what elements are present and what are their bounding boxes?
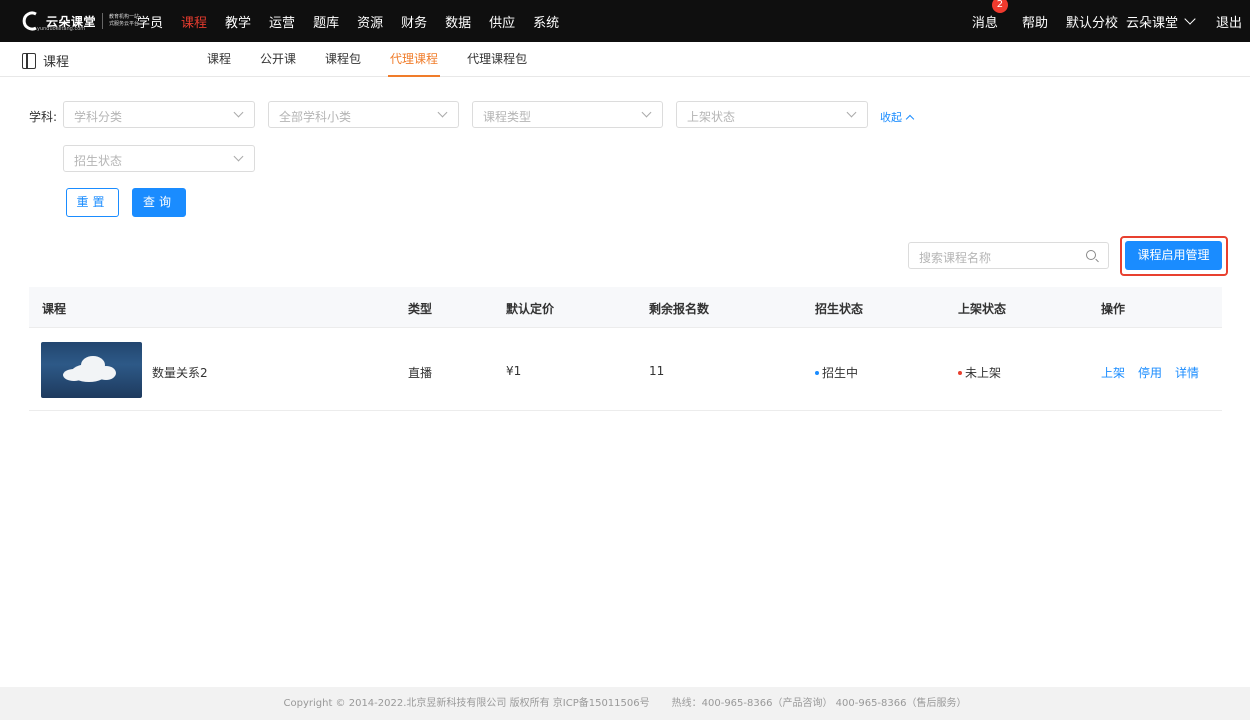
table-row: 数量关系2 直播 ¥1 11 招生中 未上架 上架 停用 详情 bbox=[29, 329, 1222, 411]
subject-filter-label: 学科: bbox=[29, 110, 58, 124]
course-subtabs: 课程 公开课 课程包 代理课程 代理课程包 bbox=[207, 42, 556, 77]
subject-subcategory-select[interactable]: 全部学科小类 bbox=[268, 101, 459, 128]
chevron-down-icon bbox=[641, 107, 652, 118]
table-header: 课程 类型 默认定价 剩余报名数 招生状态 上架状态 操作 bbox=[29, 287, 1222, 328]
tab-courses[interactable]: 课程 bbox=[207, 42, 231, 77]
column-header-actions: 操作 bbox=[1101, 302, 1126, 316]
nav-item-resources[interactable]: 资源 bbox=[357, 12, 383, 31]
top-right-menu: 消息 2 帮助 默认分校 云朵课堂 退出 bbox=[972, 0, 1250, 42]
logo-divider bbox=[102, 13, 104, 29]
nav-item-courses[interactable]: 课程 bbox=[181, 12, 207, 31]
page-footer: Copyright © 2014-2022.北京昱新科技有限公司 版权所有 京I… bbox=[0, 687, 1250, 720]
enroll-status-select[interactable]: 招生状态 bbox=[63, 145, 255, 172]
tab-agent-courses[interactable]: 代理课程 bbox=[388, 42, 441, 77]
course-search-input[interactable]: 搜索课程名称 bbox=[908, 242, 1109, 269]
nav-item-system[interactable]: 系统 bbox=[533, 12, 559, 31]
course-name[interactable]: 数量关系2 bbox=[152, 364, 208, 381]
chevron-down-icon bbox=[1184, 12, 1196, 25]
subject-subcategory-placeholder: 全部学科小类 bbox=[279, 110, 352, 124]
campus-selector[interactable]: 默认分校 bbox=[1066, 12, 1118, 31]
reset-button[interactable]: 重置 bbox=[66, 188, 119, 217]
column-header-course: 课程 bbox=[42, 302, 67, 316]
secondary-nav-bar: 课程 课程 公开课 课程包 代理课程 代理课程包 bbox=[0, 42, 1250, 77]
brand-domain: yunduoketang.com bbox=[37, 26, 86, 32]
hotline-text: 热线：400-965-8366（产品咨询） 400-965-8366（售后服务） bbox=[671, 698, 967, 709]
school-dropdown[interactable]: 云朵课堂 bbox=[1125, 12, 1196, 31]
column-header-shelf-status: 上架状态 bbox=[958, 302, 1007, 316]
enroll-status-text: 招生中 bbox=[822, 366, 859, 380]
enroll-status-placeholder: 招生状态 bbox=[74, 154, 123, 168]
messages-link[interactable]: 消息 2 bbox=[971, 0, 1008, 31]
course-thumbnail[interactable] bbox=[41, 342, 142, 398]
book-icon bbox=[22, 52, 36, 69]
chevron-down-icon bbox=[437, 107, 448, 118]
column-header-remaining: 剩余报名数 bbox=[649, 302, 710, 316]
query-button[interactable]: 查询 bbox=[132, 188, 186, 217]
search-icon[interactable] bbox=[1086, 250, 1096, 260]
main-nav: 学员 课程 教学 运营 题库 资源 财务 数据 供应 系统 bbox=[137, 0, 577, 42]
nav-item-teaching[interactable]: 教学 bbox=[225, 12, 251, 31]
shelf-status-placeholder: 上架状态 bbox=[687, 110, 736, 124]
nav-item-operations[interactable]: 运营 bbox=[269, 12, 295, 31]
nav-item-question-bank[interactable]: 题库 bbox=[313, 12, 339, 31]
page-title-label: 课程 bbox=[43, 55, 70, 70]
logout-link[interactable]: 退出 bbox=[1216, 12, 1242, 31]
status-dot-icon bbox=[815, 370, 819, 375]
disable-action-link[interactable]: 停用 bbox=[1138, 366, 1162, 380]
nav-item-data[interactable]: 数据 bbox=[445, 12, 471, 31]
message-count-badge: 2 bbox=[991, 0, 1008, 13]
course-type-select[interactable]: 课程类型 bbox=[472, 101, 663, 128]
enroll-status: 招生中 bbox=[815, 364, 858, 381]
tab-course-packages[interactable]: 课程包 bbox=[325, 42, 361, 77]
page-title: 课程 bbox=[22, 51, 69, 70]
tab-agent-course-packages[interactable]: 代理课程包 bbox=[467, 42, 527, 77]
school-name: 云朵课堂 bbox=[1125, 15, 1178, 31]
chevron-down-icon bbox=[233, 151, 244, 162]
column-header-enroll-status: 招生状态 bbox=[815, 302, 864, 316]
column-header-price: 默认定价 bbox=[506, 302, 555, 316]
subject-category-select[interactable]: 学科分类 bbox=[63, 101, 255, 128]
course-remaining: 11 bbox=[649, 364, 665, 378]
course-enable-management-button[interactable]: 课程启用管理 bbox=[1125, 241, 1222, 270]
status-dot-icon bbox=[958, 370, 962, 375]
collapse-label: 收起 bbox=[880, 111, 902, 124]
course-type: 直播 bbox=[408, 366, 433, 380]
chevron-down-icon bbox=[846, 107, 857, 118]
course-price: ¥1 bbox=[506, 364, 522, 378]
column-header-type: 类型 bbox=[408, 302, 433, 316]
copyright-text: Copyright © 2014-2022.北京昱新科技有限公司 版权所有 京I… bbox=[283, 698, 650, 709]
messages-label: 消息 bbox=[971, 15, 998, 31]
row-actions: 上架 停用 详情 bbox=[1101, 364, 1212, 381]
nav-item-finance[interactable]: 财务 bbox=[401, 12, 427, 31]
details-action-link[interactable]: 详情 bbox=[1175, 366, 1199, 380]
shelve-action-link[interactable]: 上架 bbox=[1101, 366, 1125, 380]
nav-item-students[interactable]: 学员 bbox=[137, 12, 163, 31]
shelf-status: 未上架 bbox=[958, 364, 1001, 381]
course-type-placeholder: 课程类型 bbox=[483, 110, 532, 124]
top-navigation-bar: 云朵课堂 yunduoketang.com 教育机构一站式服务云平台 学员 课程… bbox=[0, 0, 1250, 42]
shelf-status-select[interactable]: 上架状态 bbox=[676, 101, 868, 128]
chevron-up-icon bbox=[905, 114, 915, 124]
shelf-status-text: 未上架 bbox=[965, 366, 1002, 380]
collapse-filters-link[interactable]: 收起 bbox=[880, 109, 915, 125]
subject-category-placeholder: 学科分类 bbox=[74, 110, 123, 124]
search-placeholder: 搜索课程名称 bbox=[919, 251, 992, 265]
tab-open-courses[interactable]: 公开课 bbox=[260, 42, 296, 77]
help-link[interactable]: 帮助 bbox=[1022, 12, 1048, 31]
brand-logo[interactable]: 云朵课堂 yunduoketang.com 教育机构一站式服务云平台 bbox=[22, 9, 143, 33]
nav-item-supply[interactable]: 供应 bbox=[489, 12, 515, 31]
chevron-down-icon bbox=[233, 107, 244, 118]
